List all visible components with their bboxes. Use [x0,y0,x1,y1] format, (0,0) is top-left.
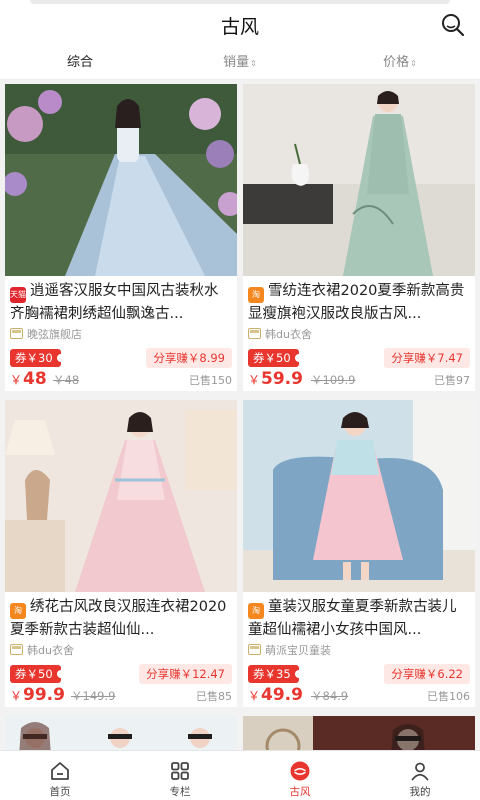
price-value: 49.9 [261,685,303,705]
shop-icon [10,328,23,339]
price-value: 59.9 [261,369,303,389]
shop-name-text: 晚弦旗舰店 [27,328,82,341]
price: ￥99.9 [10,684,65,707]
user-icon [411,762,429,781]
product-card[interactable]: 天猫 逍遥客汉服女中国风古装秋水齐胸襦裙刺绣超仙飘逸古... 晚弦旗舰店 券￥30… [5,84,237,391]
sort-label: 价格 [383,55,410,70]
grid-icon [171,762,189,780]
product-title: 淘雪纺连衣裙2020夏季新款高贵显瘦旗袍汉服改良版古风... [248,280,470,326]
shop-name: 萌派宝贝童装 [248,643,331,659]
shop-name-text: 萌派宝贝童装 [265,644,331,657]
top-bar: 古风 [0,0,480,48]
shop-name: 晚弦旗舰店 [10,327,82,343]
price: ￥48 [10,368,47,391]
original-price: ￥84.9 [311,689,349,703]
currency-symbol: ￥ [10,373,23,387]
shop-icon [10,644,23,655]
product-title-text: 绣花古风改良汉服连衣裙2020夏季新款古装超仙仙... [10,599,227,638]
coupon-badge: 券￥30 [10,349,65,367]
taobao-badge-icon: 淘 [248,603,264,619]
share-earn-button[interactable]: 分享赚￥12.47 [139,664,232,684]
bottom-tab-bar: 首页 专栏 古风 我的 [0,750,480,800]
product-card[interactable]: 淘童装汉服女童夏季新款古装儿童超仙襦裙小女孩中国风... 萌派宝贝童装 券￥35… [243,400,475,707]
sort-tab-price[interactable]: 价格⇕ [320,48,480,79]
shop-name-text: 韩du衣舍 [27,644,74,657]
coupon-badge: 券￥35 [248,665,303,683]
share-earn-button[interactable]: 分享赚￥6.22 [384,664,470,684]
currency-symbol: ￥ [10,689,23,703]
guofeng-icon [290,761,310,781]
product-image [5,400,237,592]
taobao-badge-icon: 淘 [10,603,26,619]
sort-bar: 综合 销量⇕ 价格⇕ [0,48,480,80]
original-price: ￥109.9 [311,373,356,387]
coupon-badge: 券￥50 [248,349,303,367]
sold-count: 已售150 [189,374,232,387]
product-image [5,84,237,276]
sold-count: 已售85 [196,690,232,703]
product-title: 天猫 逍遥客汉服女中国风古装秋水齐胸襦裙刺绣超仙飘逸古... [10,280,232,326]
tab-label: 我的 [409,786,431,798]
tmall-badge-icon: 天猫 [10,287,26,303]
search-icon[interactable] [440,12,466,38]
currency-symbol: ￥ [248,373,261,387]
sold-count: 已售106 [427,690,470,703]
taobao-badge-icon: 淘 [248,287,264,303]
product-card[interactable]: 淘绣花古风改良汉服连衣裙2020夏季新款古装超仙仙... 韩du衣舍 券￥50 … [5,400,237,707]
product-image [243,400,475,592]
sort-label: 销量 [223,55,250,70]
top-handle [30,0,450,4]
product-title: 淘绣花古风改良汉服连衣裙2020夏季新款古装超仙仙... [10,596,232,642]
tab-guofeng[interactable]: 古风 [240,751,360,800]
product-title-text: 雪纺连衣裙2020夏季新款高贵显瘦旗袍汉服改良版古风... [248,283,465,322]
product-card[interactable]: 淘雪纺连衣裙2020夏季新款高贵显瘦旗袍汉服改良版古风... 韩du衣舍 券￥5… [243,84,475,391]
product-title-text: 逍遥客汉服女中国风古装秋水齐胸襦裙刺绣超仙飘逸古... [10,283,219,322]
shop-name: 韩du衣舍 [248,327,312,343]
coupon-badge: 券￥50 [10,665,65,683]
tab-mine[interactable]: 我的 [360,751,480,800]
share-earn-button[interactable]: 分享赚￥7.47 [384,348,470,368]
tab-columns[interactable]: 专栏 [120,751,240,800]
share-earn-button[interactable]: 分享赚￥8.99 [146,348,232,368]
price-value: 48 [23,369,47,389]
page-title: 古风 [220,16,259,38]
tab-label: 古风 [289,786,311,798]
currency-symbol: ￥ [248,689,261,703]
shop-name-text: 韩du衣舍 [265,328,312,341]
tab-label: 专栏 [169,786,191,798]
tab-home[interactable]: 首页 [0,751,120,800]
sort-tab-sales[interactable]: 销量⇕ [160,48,320,79]
shop-name: 韩du衣舍 [10,643,74,659]
sort-tab-comprehensive[interactable]: 综合 [0,48,160,79]
original-price: ￥149.9 [71,689,116,703]
product-title-text: 童装汉服女童夏季新款古装儿童超仙襦裙小女孩中国风... [248,599,457,638]
product-title: 淘童装汉服女童夏季新款古装儿童超仙襦裙小女孩中国风... [248,596,470,642]
price-value: 99.9 [23,685,65,705]
sold-count: 已售97 [434,374,470,387]
original-price: ￥48 [53,373,80,387]
shop-icon [248,328,261,339]
shop-icon [248,644,261,655]
price: ￥59.9 [248,368,303,391]
home-icon [51,762,69,780]
product-image [243,84,475,276]
tab-label: 首页 [49,786,71,798]
sort-arrows-icon: ⇕ [250,59,257,68]
sort-arrows-icon: ⇕ [410,59,417,68]
sort-label: 综合 [66,55,93,70]
price: ￥49.9 [248,684,303,707]
